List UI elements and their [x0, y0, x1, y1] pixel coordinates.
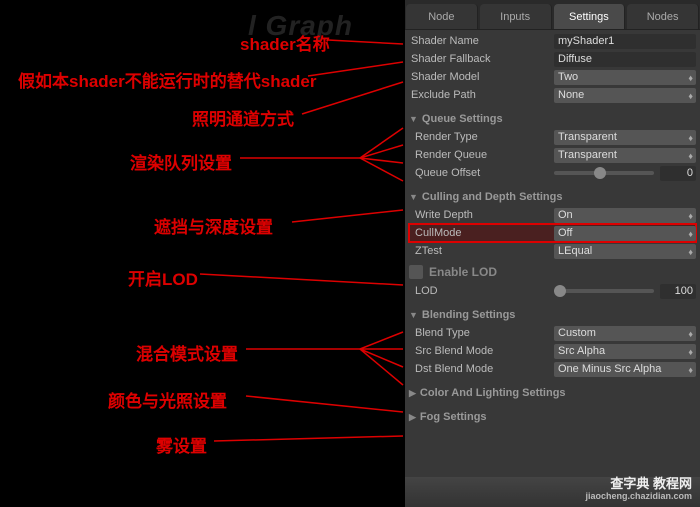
queue-settings-section[interactable]: ▼Queue Settings [409, 110, 696, 128]
tab-nodes[interactable]: Nodes [627, 4, 699, 29]
watermark: 查字典 教程网 jiaocheng.chazidian.com [585, 477, 692, 503]
write-depth-row: Write Depth On♦ [409, 206, 696, 224]
enable-lod-checkbox[interactable] [409, 265, 423, 279]
chevron-icon: ♦ [688, 150, 693, 163]
enable-lod-label: Enable LOD [429, 265, 497, 279]
render-type-row: Render Type Transparent♦ [409, 128, 696, 146]
lod-label: LOD [409, 285, 554, 297]
queue-offset-row: Queue Offset 0 [409, 164, 696, 182]
exclude-path-dropdown[interactable]: None♦ [554, 88, 696, 103]
tab-bar: Node Inputs Settings Nodes [405, 0, 700, 30]
anno-fog: 雾设置 [156, 432, 207, 457]
chevron-icon: ♦ [688, 132, 693, 145]
cullmode-row: CullMode Off♦ [409, 224, 696, 242]
culling-section[interactable]: ▼Culling and Depth Settings [409, 188, 696, 206]
anno-blending: 混合模式设置 [136, 340, 238, 365]
shader-name-input[interactable]: myShader1 [554, 34, 696, 49]
triangle-down-icon: ▼ [409, 310, 418, 320]
shader-fallback-label: Shader Fallback [409, 53, 554, 65]
cullmode-label: CullMode [409, 227, 554, 239]
enable-lod-row: Enable LOD [409, 262, 696, 282]
anno-lod: 开启LOD [128, 265, 198, 290]
tab-node[interactable]: Node [406, 4, 478, 29]
write-depth-label: Write Depth [409, 209, 554, 221]
render-queue-row: Render Queue Transparent♦ [409, 146, 696, 164]
shader-model-row: Shader Model Two♦ [409, 68, 696, 86]
chevron-icon: ♦ [688, 90, 693, 103]
tab-inputs[interactable]: Inputs [480, 4, 552, 29]
render-type-label: Render Type [409, 131, 554, 143]
lod-slider[interactable] [554, 289, 654, 293]
triangle-down-icon: ▼ [409, 114, 418, 124]
ztest-label: ZTest [409, 245, 554, 257]
src-blend-dropdown[interactable]: Src Alpha♦ [554, 344, 696, 359]
triangle-right-icon: ▶ [409, 412, 416, 423]
inspector-panel: Node Inputs Settings Nodes Shader Name m… [405, 0, 700, 507]
shader-name-label: Shader Name [409, 35, 554, 47]
lod-row: LOD 100 [409, 282, 696, 300]
anno-shader-name: shader名称 [240, 30, 330, 55]
blend-type-label: Blend Type [409, 327, 554, 339]
src-blend-row: Src Blend Mode Src Alpha♦ [409, 342, 696, 360]
shader-name-row: Shader Name myShader1 [409, 32, 696, 50]
triangle-down-icon: ▼ [409, 192, 418, 202]
blending-section[interactable]: ▼Blending Settings [409, 306, 696, 324]
chevron-icon: ♦ [688, 346, 693, 359]
ztest-dropdown[interactable]: LEqual♦ [554, 244, 696, 259]
blend-type-dropdown[interactable]: Custom♦ [554, 326, 696, 341]
dst-blend-label: Dst Blend Mode [409, 363, 554, 375]
dst-blend-dropdown[interactable]: One Minus Src Alpha♦ [554, 362, 696, 377]
shader-model-label: Shader Model [409, 71, 554, 83]
cullmode-dropdown[interactable]: Off♦ [554, 226, 696, 241]
anno-color: 颜色与光照设置 [108, 387, 227, 412]
anno-fallback: 假如本shader不能运行时的替代shader [18, 67, 317, 92]
render-type-dropdown[interactable]: Transparent♦ [554, 130, 696, 145]
color-lighting-section[interactable]: ▶Color And Lighting Settings [409, 384, 696, 402]
dst-blend-row: Dst Blend Mode One Minus Src Alpha♦ [409, 360, 696, 378]
shader-fallback-input[interactable]: Diffuse [554, 52, 696, 67]
lod-value[interactable]: 100 [660, 284, 696, 299]
ztest-row: ZTest LEqual♦ [409, 242, 696, 260]
chevron-icon: ♦ [688, 72, 693, 85]
chevron-icon: ♦ [688, 228, 693, 241]
shader-model-dropdown[interactable]: Two♦ [554, 70, 696, 85]
blend-type-row: Blend Type Custom♦ [409, 324, 696, 342]
triangle-right-icon: ▶ [409, 388, 416, 399]
anno-model: 照明通道方式 [192, 105, 294, 130]
exclude-path-label: Exclude Path [409, 89, 554, 101]
exclude-path-row: Exclude Path None♦ [409, 86, 696, 104]
render-queue-dropdown[interactable]: Transparent♦ [554, 148, 696, 163]
write-depth-dropdown[interactable]: On♦ [554, 208, 696, 223]
chevron-icon: ♦ [688, 364, 693, 377]
queue-offset-slider[interactable] [554, 171, 654, 175]
queue-offset-label: Queue Offset [409, 167, 554, 179]
shader-fallback-row: Shader Fallback Diffuse [409, 50, 696, 68]
chevron-icon: ♦ [688, 328, 693, 341]
chevron-icon: ♦ [688, 246, 693, 259]
render-queue-label: Render Queue [409, 149, 554, 161]
anno-culling: 遮挡与深度设置 [154, 213, 273, 238]
tab-settings[interactable]: Settings [554, 4, 626, 29]
chevron-icon: ♦ [688, 210, 693, 223]
queue-offset-value[interactable]: 0 [660, 166, 696, 181]
fog-section[interactable]: ▶Fog Settings [409, 408, 696, 426]
src-blend-label: Src Blend Mode [409, 345, 554, 357]
anno-queue: 渲染队列设置 [130, 149, 232, 174]
